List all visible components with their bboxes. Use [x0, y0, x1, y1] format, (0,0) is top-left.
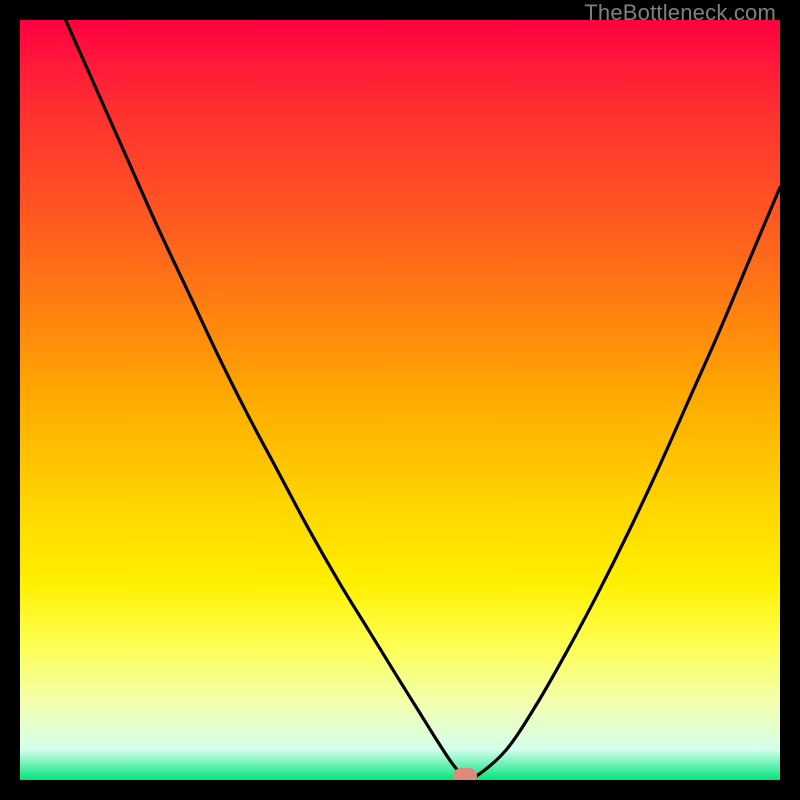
chart-frame: TheBottleneck.com [0, 0, 800, 800]
watermark-text: TheBottleneck.com [584, 0, 776, 26]
curve-layer [20, 20, 780, 780]
optimal-point-marker [453, 768, 477, 780]
bottleneck-curve [66, 20, 780, 779]
plot-area [20, 20, 780, 780]
